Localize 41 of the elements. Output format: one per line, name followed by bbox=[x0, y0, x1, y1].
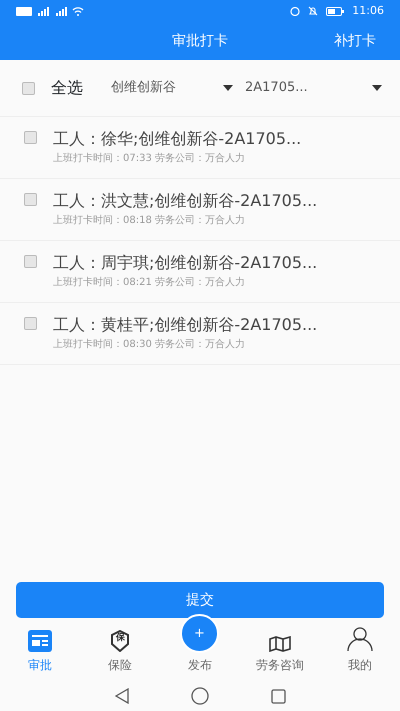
checkbox[interactable] bbox=[24, 317, 37, 330]
tab-label[interactable]: 劳务咨询 bbox=[256, 656, 304, 674]
tab-label[interactable]: 保险 bbox=[108, 656, 132, 674]
tab-label[interactable]: 发布 bbox=[188, 656, 212, 674]
status-time: 11:06 bbox=[352, 2, 384, 19]
recents-icon[interactable] bbox=[270, 688, 286, 704]
worker-title: 工人：周宇琪;创维创新谷-2A1705... bbox=[53, 252, 318, 274]
checkbox[interactable] bbox=[22, 82, 35, 94]
clock-in-detail: 上班打卡时间：07:33 劳务公司：万合人力 bbox=[53, 152, 246, 166]
clock-in-detail: 上班打卡时间：08:21 劳务公司：万合人力 bbox=[53, 276, 246, 290]
shield-icon[interactable] bbox=[110, 630, 130, 652]
page-title: 审批打卡 bbox=[172, 32, 228, 50]
submit-button[interactable]: 提交 bbox=[16, 582, 384, 618]
worker-title: 工人：洪文慧;创维创新谷-2A1705... bbox=[53, 190, 318, 212]
map-icon[interactable] bbox=[269, 636, 291, 652]
caret-icon[interactable] bbox=[223, 85, 233, 91]
supplement-link[interactable]: 补打卡 bbox=[334, 31, 376, 52]
battery-icon bbox=[326, 6, 344, 16]
clock-in-detail: 上班打卡时间：08:18 劳务公司：万合人力 bbox=[53, 214, 246, 228]
person-icon[interactable] bbox=[347, 626, 373, 652]
wifi-icon bbox=[72, 6, 84, 16]
site-dropdown[interactable]: 创维创新谷 bbox=[111, 78, 176, 98]
checkbox[interactable] bbox=[24, 255, 37, 268]
home-icon[interactable] bbox=[190, 687, 208, 705]
worker-title: 工人：黄桂平;创维创新谷-2A1705... bbox=[53, 314, 318, 336]
signal-icon bbox=[54, 6, 68, 16]
bell-muted-icon bbox=[308, 6, 318, 16]
signal-icon bbox=[36, 6, 50, 16]
checkbox[interactable] bbox=[24, 131, 37, 144]
unit-dropdown[interactable]: 2A1705... bbox=[245, 78, 308, 98]
checkbox[interactable] bbox=[24, 193, 37, 206]
caret-icon[interactable] bbox=[372, 85, 382, 91]
select-all-label: 全选 bbox=[51, 77, 83, 99]
worker-title: 工人：徐华;创维创新谷-2A1705... bbox=[53, 128, 302, 150]
shield-glyph: 保 bbox=[116, 634, 125, 643]
tab-label[interactable]: 我的 bbox=[348, 656, 372, 674]
back-icon[interactable] bbox=[114, 688, 128, 704]
tab-label[interactable]: 审批 bbox=[28, 656, 52, 674]
publish-button[interactable]: + bbox=[180, 614, 219, 653]
clock-in-detail: 上班打卡时间：08:30 劳务公司：万合人力 bbox=[53, 338, 246, 352]
card-icon[interactable] bbox=[28, 630, 52, 652]
